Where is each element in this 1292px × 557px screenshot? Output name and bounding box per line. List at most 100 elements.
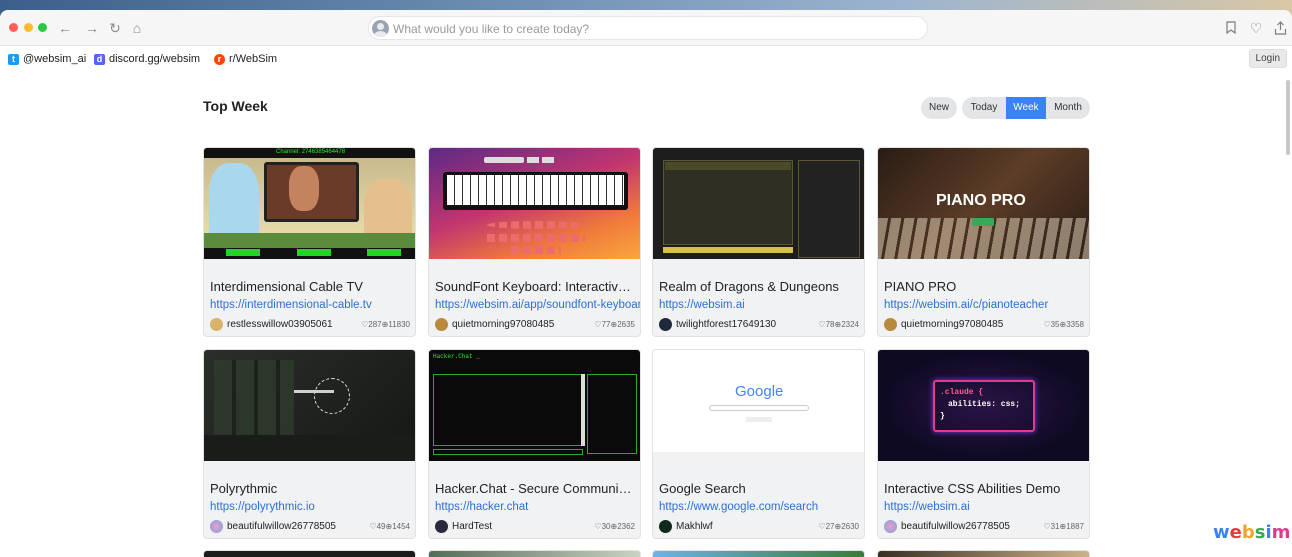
close-window-button[interactable] xyxy=(9,23,18,32)
views-count: 1887 xyxy=(1066,522,1084,531)
card-title[interactable]: Polyrythmic xyxy=(210,481,410,496)
filter-week-button[interactable]: Week xyxy=(1006,97,1046,119)
thumb-channel-text: Channel: 2746385464478 xyxy=(276,149,346,155)
heart-icon: ♡ xyxy=(818,522,826,531)
card-stats: ♡35⊕3358 xyxy=(1043,320,1084,329)
card-url[interactable]: https://websim.ai/c/pianoteacher xyxy=(884,299,1089,311)
project-card[interactable]: Channel: 2746385464478 Interdimensional … xyxy=(203,147,416,337)
twitter-icon: t xyxy=(8,53,19,65)
section-title: Top Week xyxy=(203,98,268,114)
login-button[interactable]: Login xyxy=(1248,49,1287,68)
bookmark-icon[interactable] xyxy=(1221,18,1241,38)
author-name: quietmorning97080485 xyxy=(901,319,1004,330)
discord-link[interactable]: d discord.gg/websim xyxy=(94,53,200,65)
project-card[interactable]: Hacker.Chat _ Hacker.Chat - Secure Commu… xyxy=(428,349,641,539)
websim-logo[interactable]: websim xyxy=(1213,522,1290,543)
home-icon[interactable]: ⌂ xyxy=(127,18,147,38)
project-card[interactable] xyxy=(652,550,865,557)
project-card[interactable] xyxy=(203,550,416,557)
author-name: beautifulwillow26778505 xyxy=(227,521,336,532)
card-title[interactable]: Interactive CSS Abilities Demo xyxy=(884,481,1084,496)
author-name: restlesswillow03905061 xyxy=(227,319,333,330)
avatar xyxy=(659,318,672,331)
card-author[interactable]: quietmorning97080485 xyxy=(884,318,1003,331)
heart-icon[interactable]: ♡ xyxy=(1246,18,1266,38)
card-title[interactable]: Google Search xyxy=(659,481,859,496)
likes-count: 49 xyxy=(376,522,386,531)
minimize-window-button[interactable] xyxy=(24,23,33,32)
main-content: Top Week New Today Week Month Channel: 2… xyxy=(0,76,1292,557)
card-url[interactable]: https://www.google.com/search xyxy=(659,501,864,513)
filter-new-button[interactable]: New xyxy=(921,97,957,119)
reload-icon[interactable]: ↻ xyxy=(105,18,125,38)
views-count: 2630 xyxy=(841,522,859,531)
author-name: Makhlwf xyxy=(676,521,713,532)
card-title[interactable]: Realm of Dragons & Dungeons xyxy=(659,279,859,294)
views-count: 2362 xyxy=(617,522,635,531)
card-stats: ♡78⊕2324 xyxy=(818,320,859,329)
card-url[interactable]: https://polyrythmic.io xyxy=(210,501,415,513)
twitter-link[interactable]: t @websim_ai xyxy=(8,53,86,65)
thumb-piano-title: PIANO PRO xyxy=(936,192,1026,209)
back-arrow-icon[interactable]: ← xyxy=(55,18,75,38)
share-icon[interactable] xyxy=(1270,18,1290,38)
avatar xyxy=(884,318,897,331)
maximize-window-button[interactable] xyxy=(38,23,47,32)
card-url[interactable]: https://websim.ai xyxy=(659,299,864,311)
card-title[interactable]: Interdimensional Cable TV xyxy=(210,279,410,294)
project-card[interactable]: Polyrythmic https://polyrythmic.io beaut… xyxy=(203,349,416,539)
card-url[interactable]: https://interdimensional-cable.tv xyxy=(210,299,415,311)
card-url[interactable]: https://hacker.chat xyxy=(435,501,640,513)
views-count: 3358 xyxy=(1066,320,1084,329)
card-author[interactable]: HardTest xyxy=(435,520,492,533)
author-name: beautifulwillow26778505 xyxy=(901,521,1010,532)
search-input[interactable] xyxy=(393,19,913,38)
heart-icon: ♡ xyxy=(818,320,826,329)
card-author[interactable]: Makhlwf xyxy=(659,520,713,533)
card-title[interactable]: PIANO PRO xyxy=(884,279,1084,294)
thumb-code-line-1: .claude { xyxy=(940,388,984,397)
avatar xyxy=(659,520,672,533)
thumb-google-logo: Google xyxy=(735,383,784,400)
card-thumbnail xyxy=(653,148,864,259)
heart-icon: ♡ xyxy=(1043,522,1051,531)
filter-today-button[interactable]: Today xyxy=(962,97,1006,119)
forward-arrow-icon[interactable]: → xyxy=(82,18,102,38)
card-author[interactable]: restlesswillow03905061 xyxy=(210,318,333,331)
avatar xyxy=(435,520,448,533)
user-avatar-icon[interactable] xyxy=(372,20,389,37)
card-url[interactable]: https://websim.ai/app/soundfont-keyboard xyxy=(435,299,640,311)
card-url[interactable]: https://websim.ai xyxy=(884,501,1089,513)
card-author[interactable]: beautifulwillow26778505 xyxy=(210,520,336,533)
twitter-link-label: @websim_ai xyxy=(23,53,87,65)
card-title[interactable]: SoundFont Keyboard: Interactive ... xyxy=(435,279,635,294)
likes-count: 77 xyxy=(601,320,611,329)
views-count: 2635 xyxy=(617,320,635,329)
thumb-hacker-title: Hacker.Chat _ xyxy=(433,353,480,360)
card-thumbnail: Google xyxy=(653,350,864,461)
card-stats: ♡77⊕2635 xyxy=(594,320,635,329)
views-count: 1454 xyxy=(392,522,410,531)
project-card[interactable]: PIANO PRO PIANO PRO https://websim.ai/c/… xyxy=(877,147,1090,337)
heart-icon: ♡ xyxy=(594,320,602,329)
avatar xyxy=(210,520,223,533)
likes-count: 287 xyxy=(368,320,382,329)
project-card[interactable]: SoundFont Keyboard: Interactive ... http… xyxy=(428,147,641,337)
heart-icon: ♡ xyxy=(594,522,602,531)
project-card[interactable] xyxy=(428,550,641,557)
card-title[interactable]: Hacker.Chat - Secure Communicat... xyxy=(435,481,635,496)
project-card[interactable]: Realm of Dragons & Dungeons https://webs… xyxy=(652,147,865,337)
reddit-link[interactable]: r r/WebSim xyxy=(214,53,277,65)
filter-month-button[interactable]: Month xyxy=(1046,97,1090,119)
project-card[interactable]: Google Google Search https://www.google.… xyxy=(652,349,865,539)
card-author[interactable]: beautifulwillow26778505 xyxy=(884,520,1010,533)
search-bar[interactable] xyxy=(368,16,928,40)
author-name: HardTest xyxy=(452,521,493,532)
project-card[interactable] xyxy=(877,550,1090,557)
project-card[interactable]: .claude { abilities: css; } Interactive … xyxy=(877,349,1090,539)
card-author[interactable]: quietmorning97080485 xyxy=(435,318,554,331)
card-author[interactable]: twilightforest17649130 xyxy=(659,318,776,331)
card-thumbnail: PIANO PRO xyxy=(878,148,1089,259)
card-stats: ♡27⊕2630 xyxy=(818,522,859,531)
avatar xyxy=(435,318,448,331)
